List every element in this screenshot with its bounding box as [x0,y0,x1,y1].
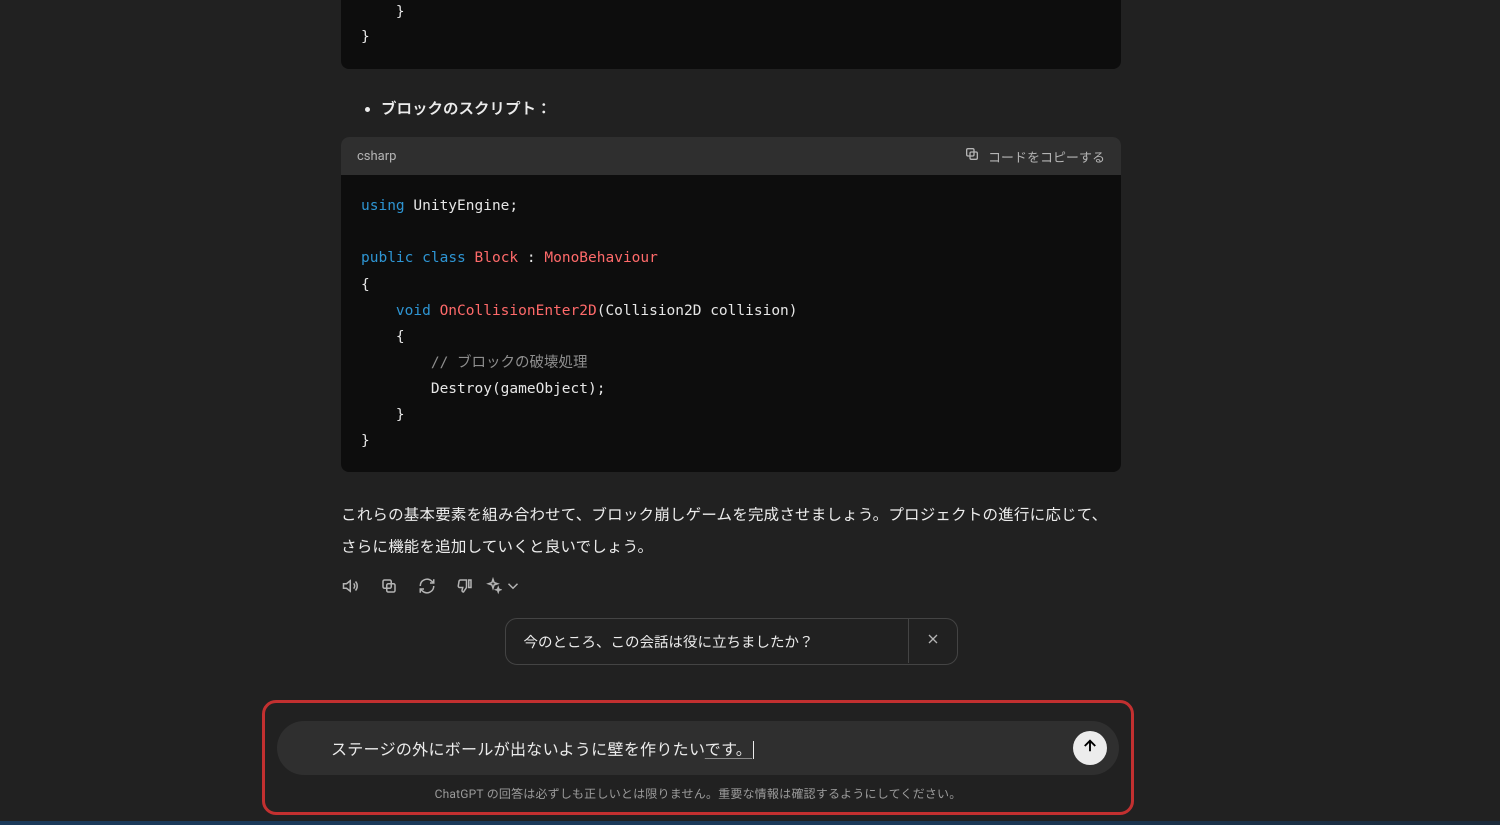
arrow-up-icon [1081,737,1099,759]
code-header: csharp コードをコピーする [341,137,1121,175]
code-token: } [361,407,405,423]
code-token: : [518,250,544,266]
bullet-list: ブロックのスクリプト： [381,97,1121,119]
taskbar-sliver [0,821,1500,825]
code-language-label: csharp [357,149,396,164]
code-token [361,381,431,397]
code-token: } [361,433,370,449]
copy-icon [380,577,398,599]
code-block: csharp コードをコピーする using UnityEngine; publ… [341,137,1121,472]
feedback-question: 今のところ、この会話は役に立ちましたか？ [524,631,814,652]
summary-paragraph: これらの基本要素を組み合わせて、ブロック崩しゲームを完成させましょう。プロジェク… [341,500,1121,564]
code-line: } [361,4,405,20]
feedback-prompt: 今のところ、この会話は役に立ちましたか？ [341,618,1121,665]
close-icon [925,631,941,651]
code-token: void [396,303,431,319]
disclaimer-text: ChatGPT の回答は必ずしも正しいとは限りません。重要な情報は確認するように… [277,785,1119,802]
code-body[interactable]: using UnityEngine; public class Block : … [341,175,1121,472]
chat-content: } } ブロックのスクリプト： csharp コードをコピーする using U… [341,0,1121,665]
feedback-thumbs-up-button[interactable] [832,631,852,651]
input-text-base: ステージの外にボールが出ないように壁を作りたい [331,740,705,759]
message-action-row [341,578,1121,598]
code-token: { [361,277,370,293]
message-input-pill: ステージの外にボールが出ないように壁を作りたいです。 [277,721,1119,775]
thumbs-down-icon [456,577,474,599]
model-switch-button[interactable] [493,578,513,598]
sparkle-icon [484,577,502,599]
speaker-icon [342,577,360,599]
attach-file-button[interactable] [293,736,317,760]
code-token: (Collision2D collision) [597,303,798,319]
code-token: using [361,198,405,214]
text-caret [753,741,754,759]
code-token: { [361,329,405,345]
code-token: MonoBehaviour [544,250,658,266]
chevron-down-icon [504,577,522,599]
code-block-previous-tail: } } [341,0,1121,69]
regenerate-button[interactable] [417,578,437,598]
copy-icon [964,146,980,166]
copy-code-button[interactable]: コードをコピーする [964,146,1105,166]
bullet-item: ブロックのスクリプト： [381,97,1121,119]
send-button[interactable] [1073,731,1107,765]
code-line: } [361,29,370,45]
code-token: Block [475,250,519,266]
code-token: public [361,250,413,266]
code-token [361,303,396,319]
message-input[interactable]: ステージの外にボールが出ないように壁を作りたいです。 [331,736,1059,760]
feedback-thumbs-down-button[interactable] [870,631,890,651]
code-token: // ブロックの破壊処理 [431,355,588,371]
bad-response-button[interactable] [455,578,475,598]
feedback-close-button[interactable] [908,619,957,663]
copy-message-button[interactable] [379,578,399,598]
code-token [361,355,431,371]
input-text-ime: です。 [705,740,752,759]
copy-code-label: コードをコピーする [988,147,1105,166]
read-aloud-button[interactable] [341,578,361,598]
code-token: class [422,250,466,266]
code-token: Destroy(gameObject); [431,381,606,397]
refresh-icon [418,577,436,599]
input-area-highlight: ステージの外にボールが出ないように壁を作りたいです。 ChatGPT の回答は必… [262,700,1134,815]
code-token: UnityEngine; [405,198,519,214]
feedback-pill: 今のところ、この会話は役に立ちましたか？ [505,618,958,665]
code-token: OnCollisionEnter2D [440,303,597,319]
